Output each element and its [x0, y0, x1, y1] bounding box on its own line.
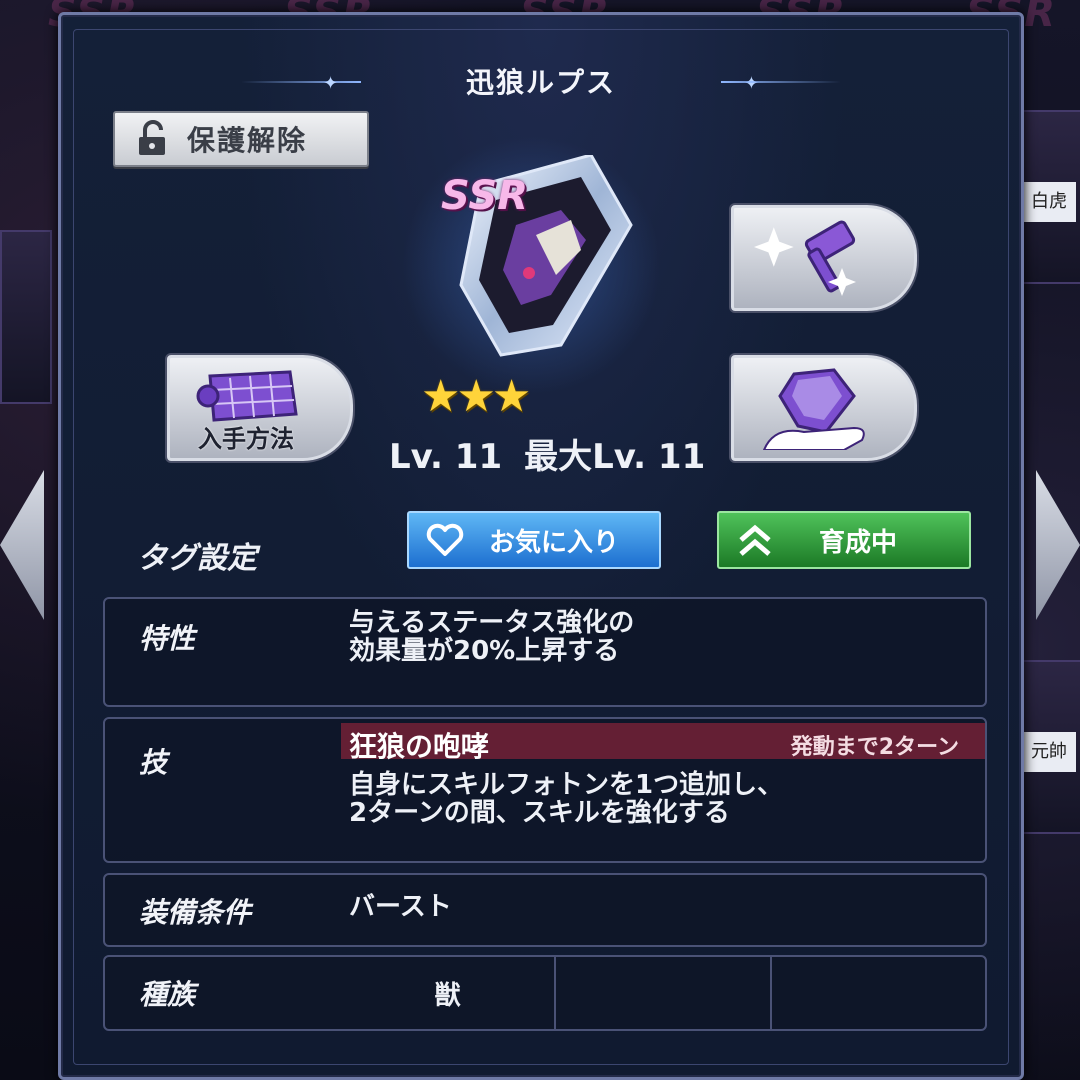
- forge-button[interactable]: [731, 205, 917, 311]
- favorite-tag-label: お気に入り: [489, 527, 620, 558]
- unlock-protection-button[interactable]: 保護解除: [113, 111, 369, 167]
- race-panel: 種族 獣: [103, 955, 987, 1031]
- trait-description: 与えるステータス強化の 効果量が20%上昇する: [349, 609, 634, 665]
- max-level: 最大Lv. 11: [524, 437, 706, 477]
- skill-line: 2ターンの間、スキルを強化する: [349, 798, 730, 828]
- rarity-label: SSR: [441, 173, 528, 219]
- skill-description: 自身にスキルフォトンを1つ追加し、 2ターンの間、スキルを強化する: [349, 771, 783, 827]
- modal-title: 迅狼ルプス: [465, 66, 616, 99]
- training-tag-button[interactable]: 育成中: [717, 511, 971, 569]
- trait-label: 特性: [139, 622, 196, 655]
- race-cell: [769, 957, 985, 1029]
- rarity-stars: ★★★: [421, 371, 531, 422]
- hammer-sparkle-icon: [754, 220, 856, 296]
- unlock-protection-label: 保護解除: [187, 124, 308, 157]
- skill-line: 自身にスキルフォトンを1つ追加し、: [349, 770, 784, 800]
- equip-condition-value: バースト: [349, 892, 452, 922]
- double-chevron-up-icon: [739, 524, 771, 556]
- bg-card-caption: 元帥: [1022, 732, 1076, 772]
- heart-icon: [426, 523, 464, 556]
- skill-panel: 技 狂狼の咆哮 発動まで2ターン 自身にスキルフォトンを1つ追加し、 2ターンの…: [103, 717, 987, 863]
- bg-side-card: [0, 230, 52, 404]
- favorite-tag-button[interactable]: お気に入り: [407, 511, 661, 569]
- current-level: Lv. 11: [389, 437, 503, 477]
- training-tag-label: 育成中: [819, 527, 898, 558]
- trait-line: 与えるステータス強化の: [349, 608, 635, 638]
- bg-card-caption: 白虎: [1022, 182, 1076, 222]
- unlock-icon: [139, 120, 165, 155]
- skill-label: 技: [139, 746, 168, 779]
- race-cell: 獣: [434, 980, 461, 1011]
- tag-settings-label: タグ設定: [137, 541, 257, 576]
- acquisition-method-label: 入手方法: [198, 425, 294, 453]
- race-values: 獣: [341, 957, 985, 1029]
- race-label: 種族: [139, 978, 196, 1011]
- trait-line: 効果量が20%上昇する: [349, 636, 620, 666]
- equip-condition-label: 装備条件: [139, 896, 252, 929]
- title-star-icon: ✦: [743, 73, 759, 94]
- bg-side-card[interactable]: 元帥: [1018, 660, 1080, 834]
- skill-name: 狂狼の咆哮: [349, 730, 490, 763]
- bg-side-card[interactable]: 白虎: [1018, 110, 1080, 284]
- race-cell: [554, 957, 769, 1029]
- acquisition-method-button[interactable]: 入手方法: [167, 355, 353, 461]
- level-display: Lv. 11 最大Lv. 11: [389, 429, 705, 478]
- title-decoration: [721, 81, 841, 83]
- equip-condition-panel: 装備条件 バースト: [103, 873, 987, 947]
- item-detail-modal: ✦ 迅狼ルプス ✦ 保護解除 SSR ★★★ Lv. 11 最大Lv. 11 入…: [58, 12, 1024, 1080]
- trait-panel: 特性 与えるステータス強化の 効果量が20%上昇する: [103, 597, 987, 707]
- gem-enhance-button[interactable]: [731, 355, 917, 461]
- skill-cooldown: 発動まで2ターン: [790, 735, 959, 760]
- gem-hand-icon: [762, 368, 865, 450]
- skill-header-bar: 狂狼の咆哮 発動まで2ターン: [341, 723, 985, 763]
